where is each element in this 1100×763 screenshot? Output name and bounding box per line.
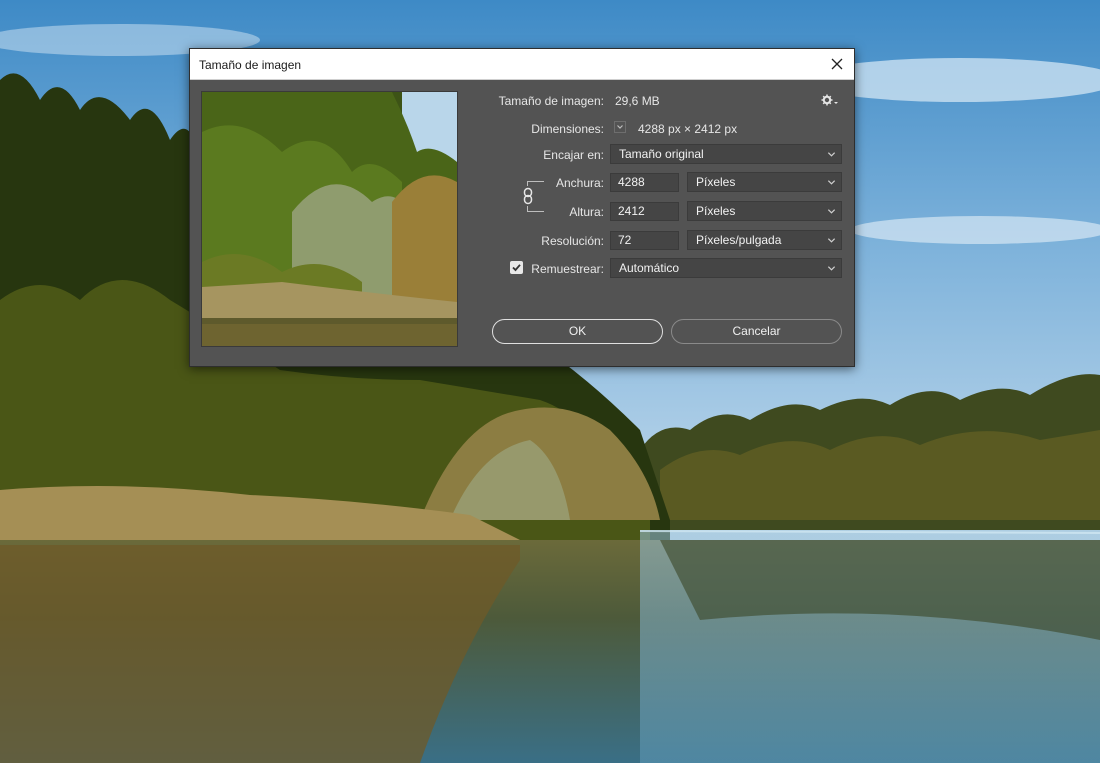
resolution-input[interactable]: 72 (610, 231, 679, 250)
resample-method-value: Automático (619, 261, 680, 275)
fit-to-select[interactable]: Tamaño original (610, 144, 842, 164)
chevron-down-icon (827, 180, 836, 185)
image-size-value: 29,6 MB (615, 94, 660, 108)
ok-button[interactable]: OK (492, 319, 663, 344)
chevron-down-icon (827, 266, 836, 271)
resolution-label: Resolución: (541, 234, 604, 248)
chevron-down-icon (617, 125, 623, 129)
close-icon (831, 58, 843, 70)
resolution-unit-value: Píxeles/pulgada (696, 233, 782, 247)
checkmark-icon (512, 264, 521, 272)
image-size-label: Tamaño de imagen: (498, 94, 604, 108)
resolution-unit-select[interactable]: Píxeles/pulgada (687, 230, 842, 250)
height-unit-select[interactable]: Píxeles (687, 201, 842, 221)
height-label: Altura: (569, 205, 604, 219)
image-size-dialog: Tamaño de imagen Tamaño de imagen: 29,6 … (189, 48, 855, 367)
chevron-down-icon (827, 238, 836, 243)
resample-checkbox[interactable] (510, 261, 523, 274)
cancel-button[interactable]: Cancelar (671, 319, 842, 344)
dimensions-value: 4288 px × 2412 px (638, 122, 738, 136)
width-input[interactable]: 4288 (610, 173, 679, 192)
width-unit-select[interactable]: Píxeles (687, 172, 842, 192)
fit-to-label: Encajar en: (543, 148, 604, 162)
chevron-down-icon (827, 152, 836, 157)
width-unit-value: Píxeles (696, 175, 736, 189)
close-button[interactable] (820, 49, 854, 79)
height-input[interactable]: 2412 (610, 202, 679, 221)
fit-to-value: Tamaño original (619, 147, 704, 161)
dialog-title: Tamaño de imagen (199, 58, 302, 72)
dimensions-unit-toggle[interactable] (614, 121, 626, 133)
settings-button[interactable] (821, 94, 839, 108)
preview-photo (202, 92, 457, 346)
gear-icon (821, 94, 838, 106)
resample-method-select[interactable]: Automático (610, 258, 842, 278)
width-label: Anchura: (555, 176, 604, 190)
height-unit-value: Píxeles (696, 204, 736, 218)
dimensions-label: Dimensiones: (531, 122, 604, 136)
dialog-titlebar[interactable]: Tamaño de imagen (190, 49, 854, 80)
resample-label: Remuestrear: (531, 262, 604, 276)
chevron-down-icon (827, 209, 836, 214)
image-preview[interactable] (201, 91, 458, 347)
